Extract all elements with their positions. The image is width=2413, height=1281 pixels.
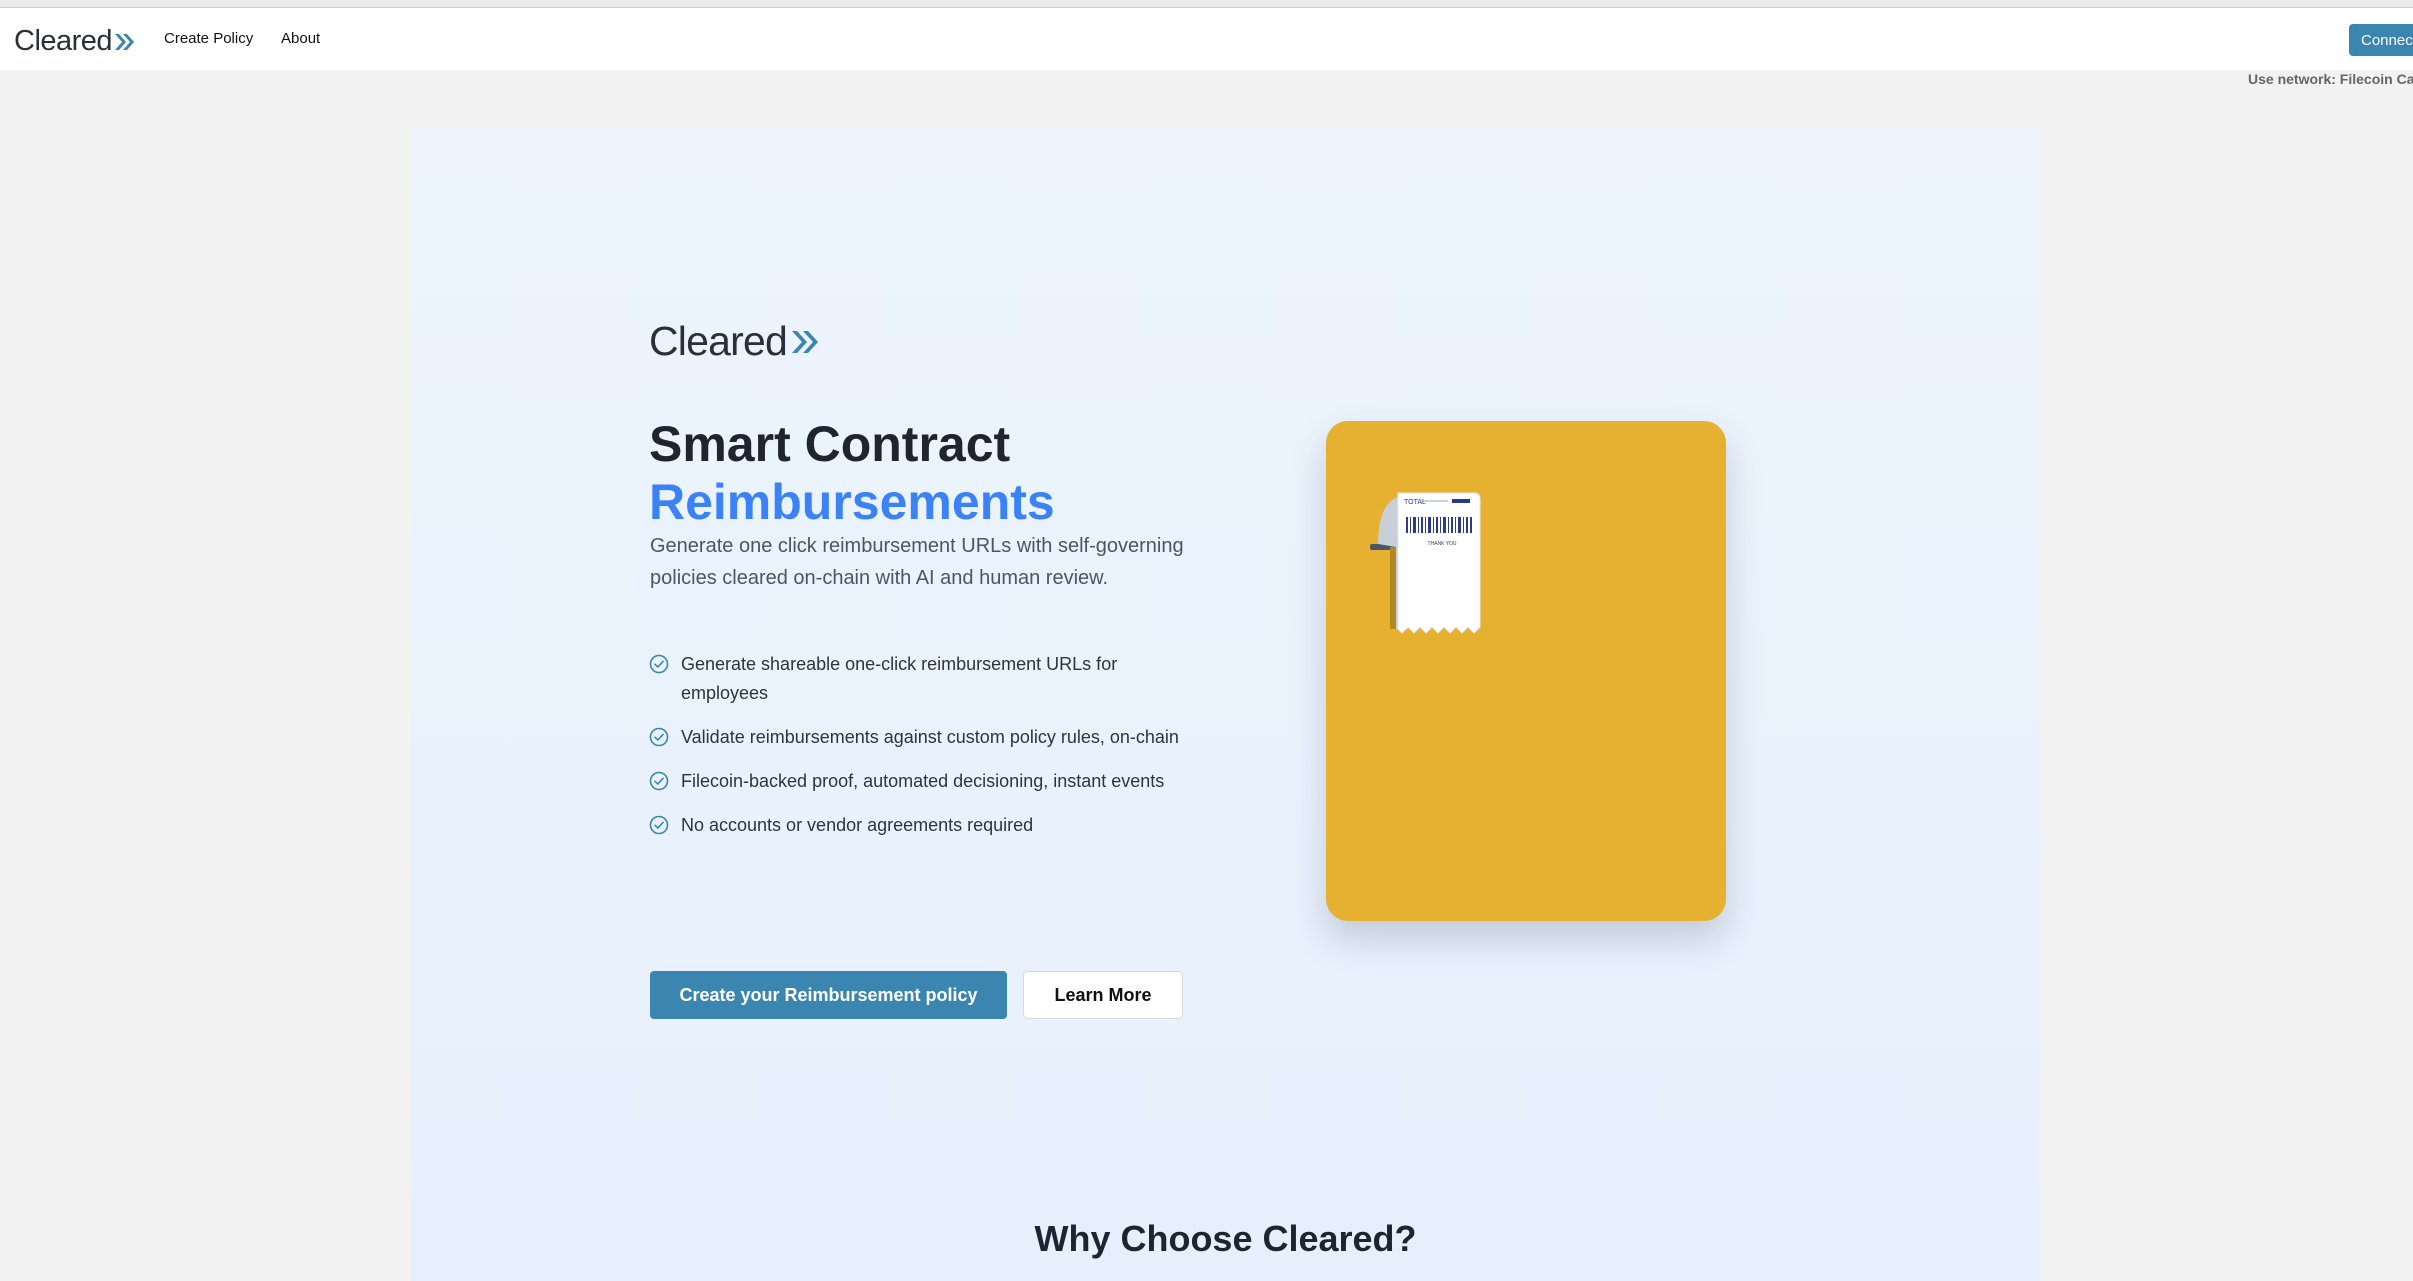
feature-item: Validate reimbursements against custom p…	[649, 723, 1209, 752]
nav-logo-text: Cleared	[14, 25, 113, 57]
hero-illustration-card: TOTAL THANK YOU	[1326, 421, 1726, 921]
check-circle-icon	[649, 727, 669, 747]
receipt-thankyou-text: THANK YOU	[1427, 541, 1456, 547]
feature-list: Generate shareable one-click reimburseme…	[649, 650, 1209, 855]
why-choose-heading: Why Choose Cleared?	[1034, 1218, 1417, 1259]
feature-text: No accounts or vendor agreements require…	[681, 815, 1034, 835]
feature-text: Validate reimbursements against custom p…	[681, 727, 1179, 747]
receipt-printer-icon: TOTAL THANK YOU	[1370, 492, 1481, 634]
learn-more-button[interactable]: Learn More	[1023, 971, 1183, 1019]
create-policy-button[interactable]: Create your Reimbursement policy	[650, 971, 1007, 1019]
hero-title-accent: Reimbursements	[649, 474, 1055, 530]
check-circle-icon	[649, 771, 669, 791]
nav-logo[interactable]: Cleared	[14, 25, 136, 58]
check-circle-icon	[649, 654, 669, 674]
browser-top-border	[0, 0, 2413, 8]
hero-brand-logo: Cleared	[649, 318, 821, 365]
nav-link-create-policy[interactable]: Create Policy	[164, 30, 253, 47]
nav-link-about[interactable]: About	[281, 30, 320, 47]
check-circle-icon	[649, 815, 669, 835]
receipt-total-text: TOTAL	[1404, 499, 1426, 506]
top-navbar: Cleared Create Policy About Connec	[0, 8, 2413, 70]
feature-text: Filecoin-backed proof, automated decisio…	[681, 771, 1165, 791]
connect-wallet-button[interactable]: Connec	[2349, 24, 2413, 56]
hero-title: Smart Contract Reimbursements	[649, 415, 1055, 531]
network-notice: Use network: Filecoin Ca	[2248, 71, 2413, 87]
hero-section: Cleared Smart Contract Reimbursements Ge…	[411, 128, 2040, 1281]
hero-title-line1: Smart Contract	[649, 416, 1011, 472]
double-chevron-icon	[115, 33, 135, 50]
hero-subtitle: Generate one click reimbursement URLs wi…	[650, 535, 1184, 589]
double-chevron-icon	[791, 330, 818, 353]
feature-item: No accounts or vendor agreements require…	[649, 811, 1209, 840]
feature-item: Generate shareable one-click reimburseme…	[649, 650, 1209, 708]
feature-text: Generate shareable one-click reimburseme…	[681, 654, 1118, 703]
hero-brand-text: Cleared	[649, 318, 788, 364]
feature-item: Filecoin-backed proof, automated decisio…	[649, 767, 1209, 796]
